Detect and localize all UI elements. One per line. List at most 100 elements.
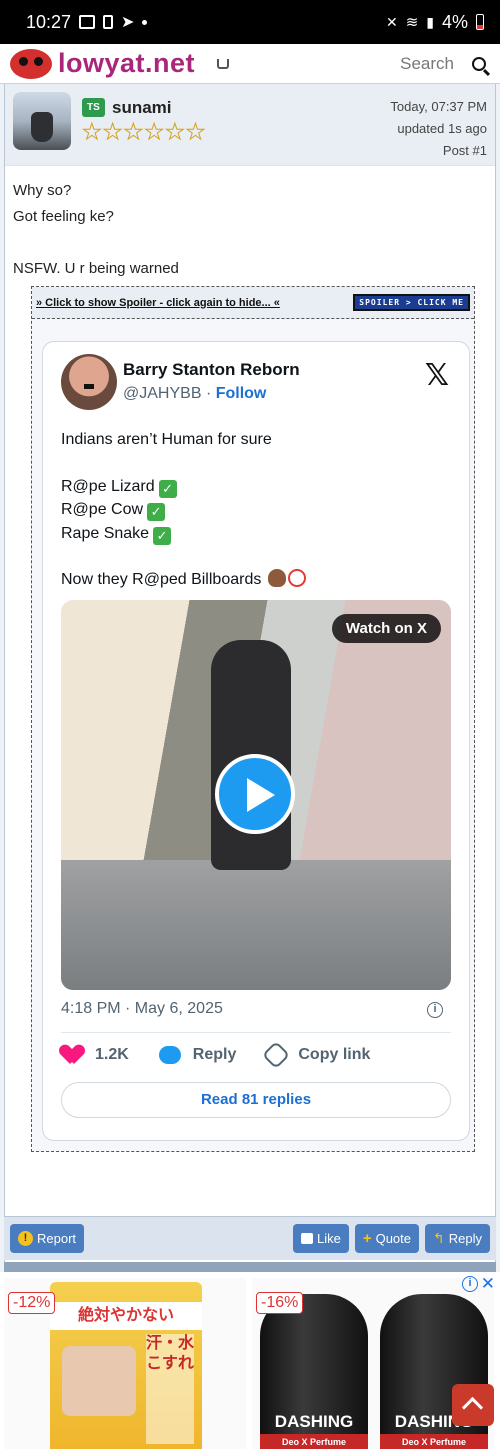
scroll-to-top-button[interactable] bbox=[452, 1384, 494, 1426]
notification-icon bbox=[103, 15, 114, 29]
model-photo bbox=[62, 1346, 136, 1416]
tweet-separator: · bbox=[205, 385, 212, 402]
reply-arrow-icon: ↰ bbox=[433, 1230, 445, 1246]
post-body: Why so? Got feeling ke? NSFW. U r being … bbox=[5, 166, 495, 294]
sunscreen-product-image: 絶対やかない 汗・水こすれ bbox=[50, 1282, 202, 1449]
spoiler-bar: » Click to show Spoiler - click again to… bbox=[32, 287, 474, 319]
tweet-author-name[interactable]: Barry Stanton Reborn bbox=[123, 360, 300, 380]
watch-on-x-button[interactable]: Watch on X bbox=[331, 614, 441, 643]
clock: 10:27 bbox=[26, 11, 72, 32]
gallery-icon bbox=[79, 15, 96, 29]
product-brand: DASHING bbox=[274, 1412, 354, 1431]
divider bbox=[61, 1032, 451, 1033]
embedded-tweet: Barry Stanton Reborn @JAHYBB · Follow 𝕏 … bbox=[42, 341, 470, 1141]
like-button[interactable]: Like bbox=[292, 1224, 349, 1253]
copy-link-label: Copy link bbox=[298, 1046, 371, 1063]
deodorant-can-image: DASHING Deo X Perfume bbox=[260, 1294, 368, 1449]
tweet-line: Indians aren’t Human for sure bbox=[61, 431, 272, 448]
product-band-text: 絶対やかない bbox=[50, 1302, 202, 1330]
forum-post: TS sunami ★ ★ ★ ★ ★ ★ Today, 07:37 PM up… bbox=[4, 84, 496, 1264]
post-timestamp: Today, 07:37 PM bbox=[390, 99, 487, 114]
post-number[interactable]: Post #1 bbox=[390, 140, 487, 162]
topic-starter-badge: TS bbox=[82, 98, 105, 117]
coffee-cup-icon[interactable] bbox=[217, 58, 230, 69]
spoiler-toggle-link[interactable]: » Click to show Spoiler - click again to… bbox=[36, 297, 280, 309]
mute-icon: ✕ bbox=[385, 13, 398, 30]
read-replies-button[interactable]: Read 81 replies bbox=[61, 1082, 451, 1118]
wifi-icon: ≋ bbox=[405, 14, 419, 31]
post-updated: updated 1s ago bbox=[397, 121, 487, 136]
reply-action[interactable]: Reply bbox=[158, 1046, 237, 1064]
plus-icon: + bbox=[362, 1230, 372, 1247]
tweet-line-with-check: Rape Snake ✓ bbox=[61, 522, 453, 546]
report-button[interactable]: ! Report bbox=[10, 1224, 85, 1253]
logo-mascot-icon bbox=[10, 48, 52, 79]
reply-button[interactable]: ↰ Reply bbox=[425, 1224, 490, 1253]
quote-label: Quote bbox=[375, 1231, 412, 1246]
like-action[interactable]: 1.2K bbox=[61, 1045, 129, 1065]
discount-badge: -12% bbox=[8, 1292, 56, 1314]
follow-button[interactable]: Follow bbox=[216, 385, 267, 402]
tweet-timestamp[interactable]: 4:18 PM · May 6, 2025 bbox=[61, 1000, 223, 1018]
reply-label: Reply bbox=[192, 1046, 237, 1063]
tweet-line-with-check: R@pe Lizard ✓ bbox=[61, 475, 453, 499]
video-thumbnail-ground bbox=[61, 860, 451, 990]
reply-label: Reply bbox=[448, 1231, 482, 1246]
post-header: TS sunami ★ ★ ★ ★ ★ ★ Today, 07:37 PM up… bbox=[5, 84, 495, 166]
tweet-actions: 1.2K Reply Copy link bbox=[61, 1040, 400, 1070]
speech-bubble-icon bbox=[158, 1046, 181, 1064]
star-icon: ★ bbox=[82, 119, 103, 144]
tweet-author-handle-row: @JAHYBB · Follow bbox=[123, 385, 266, 403]
x-logo-icon[interactable]: 𝕏 bbox=[425, 358, 449, 393]
post-text-line: Got feeling ke? bbox=[13, 208, 114, 225]
link-icon bbox=[262, 1040, 291, 1070]
avatar[interactable] bbox=[13, 92, 71, 150]
clown-emoji-icon bbox=[287, 569, 306, 587]
star-icon: ★ bbox=[102, 119, 123, 144]
product-stripe: Deo X Perfume bbox=[260, 1434, 368, 1449]
tweet-video[interactable]: Watch on X bbox=[61, 600, 451, 990]
username[interactable]: sunami bbox=[112, 98, 172, 118]
site-header: lowyat.net Search bbox=[0, 44, 500, 84]
product-stripe: Deo X Perfume bbox=[380, 1434, 488, 1449]
check-mark-icon: ✓ bbox=[147, 503, 166, 521]
tweet-line-with-emoji: Now they R@ped Billboards bbox=[61, 568, 453, 592]
warning-icon: ! bbox=[18, 1231, 33, 1246]
copy-link-action[interactable]: Copy link bbox=[262, 1040, 371, 1070]
ad-close-icon[interactable]: ✕ bbox=[481, 1274, 495, 1294]
star-icon: ★ bbox=[185, 119, 206, 144]
poop-emoji-icon bbox=[267, 569, 286, 587]
rating-stars: ★ ★ ★ ★ ★ ★ bbox=[82, 119, 206, 144]
tweet-handle[interactable]: @JAHYBB bbox=[123, 385, 201, 402]
search-input[interactable]: Search bbox=[400, 54, 454, 74]
more-notifications-icon bbox=[142, 19, 148, 25]
search-icon[interactable] bbox=[472, 56, 486, 71]
discount-badge: -16% bbox=[256, 1292, 304, 1314]
tweet-line-with-check: R@pe Cow ✓ bbox=[61, 498, 453, 522]
info-icon[interactable]: i bbox=[427, 1002, 443, 1018]
post-meta: Today, 07:37 PM updated 1s ago Post #1 bbox=[390, 96, 487, 162]
search-box[interactable]: Search bbox=[400, 54, 490, 74]
ad-product-sunscreen[interactable]: -12% 絶対やかない 汗・水こすれ bbox=[4, 1278, 246, 1449]
ad-info-icon[interactable]: i bbox=[462, 1276, 478, 1292]
tweet-text: Indians aren’t Human for sure R@pe Lizar… bbox=[61, 428, 453, 592]
logo-text: lowyat.net bbox=[58, 48, 196, 78]
like-count: 1.2K bbox=[95, 1046, 129, 1063]
advertisement: -12% 絶対やかない 汗・水こすれ -16% DASHING Deo X Pe… bbox=[0, 1272, 500, 1449]
check-mark-icon: ✓ bbox=[153, 526, 172, 545]
report-label: Report bbox=[37, 1231, 77, 1246]
post-text-line: Why so? bbox=[13, 182, 72, 199]
site-logo[interactable]: lowyat.net bbox=[10, 48, 195, 79]
thumbs-up-icon bbox=[300, 1233, 313, 1244]
star-icon: ★ bbox=[164, 119, 185, 144]
product-side-text: 汗・水こすれ bbox=[146, 1334, 194, 1444]
spoiler-button[interactable]: SPOILER > CLICK ME bbox=[353, 294, 470, 311]
signal-icon: ▮ bbox=[426, 13, 434, 30]
play-icon[interactable] bbox=[215, 754, 295, 834]
battery-icon bbox=[476, 14, 484, 30]
post-text-line: NSFW. U r being warned bbox=[13, 260, 179, 277]
post-action-bar: ! Report Like + Quote ↰ Reply bbox=[4, 1216, 496, 1260]
quote-button[interactable]: + Quote bbox=[354, 1224, 420, 1253]
tweet-author-avatar[interactable] bbox=[61, 354, 117, 410]
check-mark-icon: ✓ bbox=[158, 479, 177, 498]
